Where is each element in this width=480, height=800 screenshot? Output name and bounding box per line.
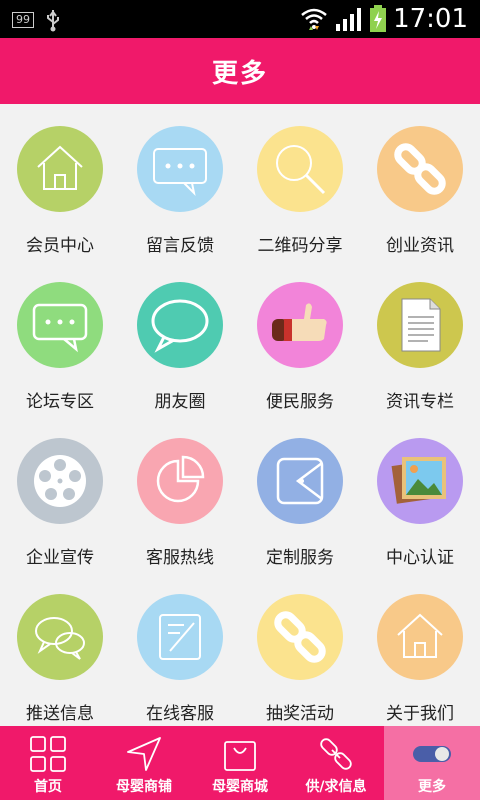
grid-item-custom-service[interactable]: 定制服务: [240, 416, 360, 572]
tab-home[interactable]: 首页: [0, 726, 96, 800]
tab-label: 首页: [34, 779, 62, 795]
icon-circle: [17, 126, 103, 212]
grid-item-convenience-service[interactable]: 便民服务: [240, 260, 360, 416]
toggle-icon: [413, 746, 451, 762]
icon-circle: [257, 438, 343, 524]
grid-item-forum[interactable]: 论坛专区: [0, 260, 120, 416]
tab-more[interactable]: 更多: [384, 726, 480, 800]
grid-item-lottery[interactable]: 抽奖活动: [240, 572, 360, 726]
grid-item-label: 抽奖活动: [266, 704, 334, 724]
grid-item-label: 会员中心: [26, 236, 94, 256]
grid-item-label: 留言反馈: [146, 236, 214, 256]
home-icon: [397, 613, 443, 658]
grid-item-label: 资讯专栏: [386, 392, 454, 412]
icon-circle: [17, 438, 103, 524]
grid-item-label: 中心认证: [386, 548, 454, 568]
grid-item-label: 定制服务: [266, 548, 334, 568]
icon-circle: [377, 282, 463, 368]
icon-circle: [137, 438, 223, 524]
grid-item-qrcode-share[interactable]: 二维码分享: [240, 104, 360, 260]
grid-item-label: 企业宣传: [26, 548, 94, 568]
icon-circle: [137, 594, 223, 680]
grid-item-center-certification[interactable]: 中心认证: [360, 416, 480, 572]
clock: 17:01: [393, 4, 468, 34]
grid-item-push-info[interactable]: 推送信息: [0, 572, 120, 726]
tab-label: 供/求信息: [305, 779, 367, 795]
grid-item-news-column[interactable]: 资讯专栏: [360, 260, 480, 416]
icon-circle: [257, 126, 343, 212]
grid-item-member-center[interactable]: 会员中心: [0, 104, 120, 260]
shopping-bag-icon: [224, 741, 256, 771]
bottom-tab-bar: 首页 母婴商铺 母婴商城 供/求信息 更多: [0, 726, 480, 800]
picture-icon: [391, 457, 446, 504]
grid-item-label: 客服热线: [146, 548, 214, 568]
document-icon: [401, 298, 441, 352]
battery-charging-icon: [370, 5, 387, 32]
tab-baby-mall[interactable]: 母婴商城: [192, 726, 288, 800]
icon-circle: [377, 438, 463, 524]
usb-icon: [47, 10, 59, 32]
status-bar: 99 17:01: [0, 0, 480, 38]
pie-chart-icon: [156, 455, 205, 503]
tab-baby-shop[interactable]: 母婴商铺: [96, 726, 192, 800]
grid-item-label: 便民服务: [266, 392, 334, 412]
tab-supply-demand[interactable]: 供/求信息: [288, 726, 384, 800]
notification-badge: 99: [12, 12, 34, 28]
wallet-icon: [276, 457, 324, 505]
icon-circle: [257, 594, 343, 680]
icon-circle: [17, 594, 103, 680]
icon-circle: [137, 126, 223, 212]
magnifier-icon: [276, 145, 326, 195]
signal-icon: [336, 8, 362, 31]
double-chat-icon: [35, 617, 85, 660]
film-reel-icon: [34, 455, 86, 507]
grid-item-label: 论坛专区: [26, 392, 94, 412]
icon-circle: [137, 282, 223, 368]
page-title: 更多: [211, 58, 268, 89]
header: 更多: [0, 38, 480, 104]
icon-circle: [377, 126, 463, 212]
grid-item-label: 在线客服: [146, 704, 214, 724]
icon-circle: [257, 282, 343, 368]
icon-circle: [377, 594, 463, 680]
grid-icon: [30, 736, 66, 772]
icon-circle: [17, 282, 103, 368]
grid-item-enterprise-promo[interactable]: 企业宣传: [0, 416, 120, 572]
grid-item-label: 朋友圈: [154, 392, 206, 412]
grid-item-label: 创业资讯: [386, 236, 454, 256]
grid-item-feedback[interactable]: 留言反馈: [120, 104, 240, 260]
grid-item-label: 推送信息: [26, 704, 94, 724]
chain-link-icon: [274, 611, 326, 663]
grid-item-about-us[interactable]: 关于我们: [360, 572, 480, 726]
chain-link-icon: [394, 143, 446, 195]
edit-note-icon: [159, 614, 201, 660]
tab-label: 母婴商铺: [116, 779, 172, 795]
speech-bubble-icon: [151, 299, 209, 353]
wifi-icon: [301, 8, 327, 30]
thumbs-up-icon: [272, 303, 327, 341]
grid-item-label: 二维码分享: [257, 236, 343, 256]
home-icon: [37, 145, 83, 190]
tab-label: 更多: [418, 779, 446, 795]
tab-label: 母婴商城: [212, 779, 268, 795]
grid-item-startup-news[interactable]: 创业资讯: [360, 104, 480, 260]
grid-item-moments[interactable]: 朋友圈: [120, 260, 240, 416]
chat-bubble-icon: [153, 148, 207, 197]
forum-bubble-icon: [32, 303, 88, 353]
navigation-arrow-icon: [127, 737, 161, 771]
feature-grid: 会员中心 留言反馈 二维码分享 创业资讯 论坛专区 朋友圈 便民服务 资讯专栏 …: [0, 104, 480, 726]
link-icon: [320, 738, 352, 770]
grid-item-label: 关于我们: [386, 704, 454, 724]
grid-item-online-service[interactable]: 在线客服: [120, 572, 240, 726]
grid-item-service-hotline[interactable]: 客服热线: [120, 416, 240, 572]
